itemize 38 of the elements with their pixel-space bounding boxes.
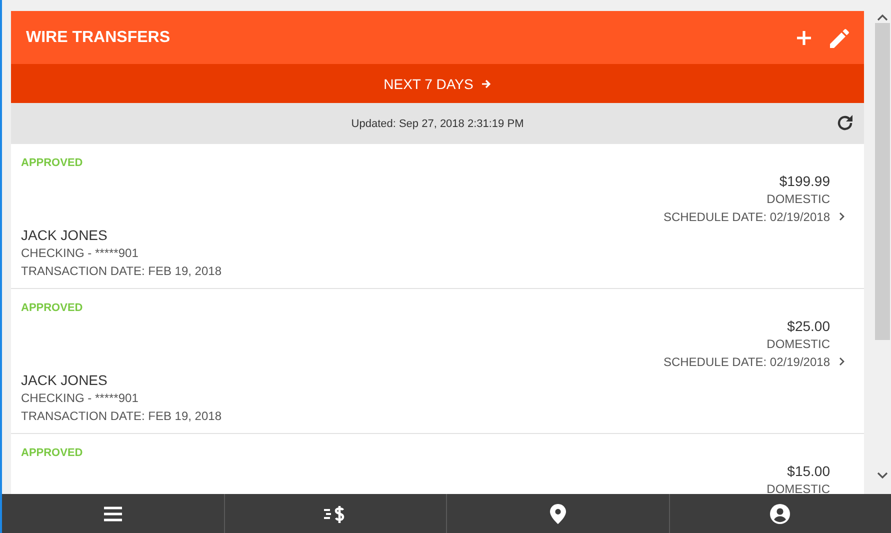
transfer-type: DOMESTIC xyxy=(766,192,830,206)
account-number: CHECKING - *****901 xyxy=(21,246,140,260)
schedule-date: SCHEDULE DATE: 02/19/2018 xyxy=(663,355,830,369)
account-icon xyxy=(770,504,790,524)
scroll-thumb[interactable] xyxy=(875,23,890,340)
status-label: APPROVED xyxy=(21,302,84,314)
scroll-down-icon[interactable] xyxy=(877,472,888,479)
refresh-button[interactable] xyxy=(836,114,854,132)
scroll-up-icon[interactable] xyxy=(877,14,888,21)
next-days-button[interactable]: NEXT 7 DAYS xyxy=(11,64,864,103)
pencil-icon xyxy=(830,28,850,48)
payee-name: JACK JONES xyxy=(21,227,108,243)
transfer-type: DOMESTIC xyxy=(766,482,830,494)
schedule-date: SCHEDULE DATE: 02/19/2018 xyxy=(663,210,830,224)
payee-name: JACK JONES xyxy=(21,372,108,388)
transfer-item[interactable]: APPROVED $199.99 DOMESTIC SCHEDULE DATE: 02/19/2018 JACK JONES CHECKING - *****901 TRANSACTION DATE: FEB 19, 2018 xyxy=(11,144,864,289)
amount: $15.00 xyxy=(787,463,830,479)
transfer-item[interactable]: APPROVED $15.00 DOMESTIC xyxy=(11,434,864,494)
amount: $199.99 xyxy=(779,173,830,189)
refresh-icon xyxy=(836,114,854,132)
map-pin-icon xyxy=(550,504,566,524)
chevron-right-icon[interactable] xyxy=(839,212,845,221)
transfer-item[interactable]: APPROVED $25.00 DOMESTIC SCHEDULE DATE: 02/19/2018 JACK JONES CHECKING - *****901 TRANSACTION DATE: FEB 19, 2018 xyxy=(11,289,864,434)
account-number: CHECKING - *****901 xyxy=(21,391,140,405)
menu-icon xyxy=(102,506,123,522)
status-label: APPROVED xyxy=(21,157,84,169)
edit-button[interactable] xyxy=(830,28,850,48)
add-button[interactable] xyxy=(796,30,812,46)
chevron-right-icon[interactable] xyxy=(839,357,845,366)
arrow-right-icon xyxy=(481,78,492,88)
transfer-type: DOMESTIC xyxy=(766,337,830,351)
plus-icon xyxy=(796,30,812,46)
transaction-date: TRANSACTION DATE: FEB 19, 2018 xyxy=(21,409,223,423)
amount: $25.00 xyxy=(787,318,830,334)
status-label: APPROVED xyxy=(21,447,84,459)
updated-timestamp: Updated: Sep 27, 2018 2:31:19 PM xyxy=(351,118,524,130)
transaction-date: TRANSACTION DATE: FEB 19, 2018 xyxy=(21,264,223,278)
page-title: WIRE TRANSFERS xyxy=(26,28,171,46)
